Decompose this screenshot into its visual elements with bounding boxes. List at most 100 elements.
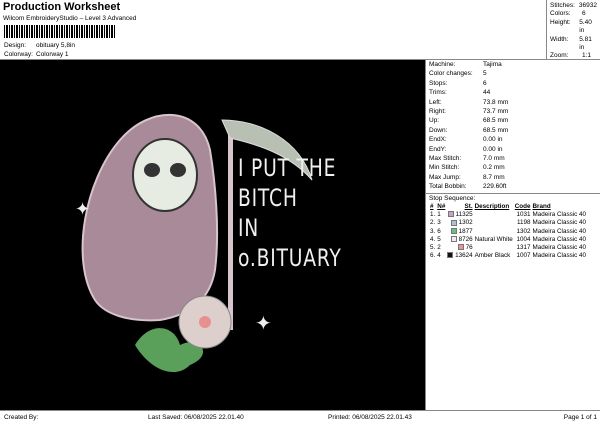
machine-value: 0.00 in bbox=[483, 145, 503, 153]
software-subtitle: Wilcom EmbroideryStudio – Level 3 Advanc… bbox=[3, 15, 137, 22]
needle-number: 1 bbox=[437, 211, 441, 219]
col-header: St. bbox=[464, 203, 473, 211]
needle-number: 4 bbox=[437, 252, 441, 260]
machine-key: Total Bobbin: bbox=[429, 183, 467, 191]
machine-value: 8.7 mm bbox=[483, 173, 505, 181]
sparkle-icon: ✦ bbox=[255, 313, 272, 335]
machine-value: 68.5 mm bbox=[483, 117, 509, 125]
stitch-cell: 11325 bbox=[446, 211, 473, 219]
thread-brand: Madeira Classic 40 bbox=[532, 227, 587, 235]
machine-key: Down: bbox=[429, 126, 448, 134]
page-title: Production Worksheet bbox=[3, 1, 121, 13]
artwork-text: I PUT THE BITCH IN o.BITUARY bbox=[238, 153, 342, 273]
col-header: # bbox=[430, 203, 434, 211]
stitch-count: 1877 bbox=[458, 227, 473, 235]
colorway-name: Colorway 1 bbox=[36, 51, 69, 58]
thread-code: 1007 bbox=[516, 252, 531, 260]
stop-sequence-table: # N# St. Description Code Brand 1. 1 113… bbox=[429, 203, 587, 260]
machine-value: 6 bbox=[483, 79, 487, 87]
thread-brand: Madeira Classic 40 bbox=[532, 235, 587, 243]
stitch-cell: 1877 bbox=[446, 228, 473, 236]
machine-key: Machine: bbox=[429, 61, 456, 68]
thread-description bbox=[474, 211, 514, 219]
stat-row: Width: 5.81 in bbox=[550, 36, 597, 53]
thread-brand: Madeira Classic 40 bbox=[532, 252, 587, 260]
col-header: Description bbox=[474, 203, 510, 211]
machine-row: Max Stitch: 7.0 mm bbox=[426, 154, 600, 163]
last-saved: Last Saved: 06/08/2025 22.01.40 bbox=[148, 414, 244, 421]
stitch-cell: 76 bbox=[446, 244, 473, 252]
machine-key: EndY: bbox=[429, 145, 447, 153]
stat-key: Colors: bbox=[550, 10, 571, 18]
stop-index: 6. bbox=[430, 252, 436, 260]
thread-description: Natural White bbox=[474, 235, 513, 243]
thread-code: 1317 bbox=[516, 243, 531, 251]
stat-row: Height: 5.40 in bbox=[550, 19, 597, 36]
machine-row: Max Jump: 8.7 mm bbox=[426, 173, 600, 182]
machine-row: Total Bobbin: 229.60ft bbox=[426, 182, 600, 191]
design-preview: ✦ ✦ I PUT THE BITCH IN o.BITUARY bbox=[0, 60, 425, 410]
artwork-line: BITCH bbox=[238, 184, 298, 212]
stop-row: 5. 2 76 1317 Madeira Classic 40 bbox=[429, 244, 587, 252]
col-header: Brand bbox=[532, 203, 551, 211]
stat-row: Stitches: 36932 bbox=[550, 2, 597, 10]
thread-code: 1302 bbox=[516, 227, 531, 235]
color-swatch bbox=[450, 219, 457, 226]
machine-row: EndY: 0.00 in bbox=[426, 145, 600, 154]
thread-code: 1198 bbox=[516, 219, 531, 227]
sparkle-icon: ✦ bbox=[75, 199, 90, 219]
col-header: Code bbox=[514, 203, 531, 211]
stat-value: 5.40 in bbox=[579, 18, 592, 35]
footer: Created By: Last Saved: 06/08/2025 22.01… bbox=[0, 410, 600, 424]
stat-key: Stitches: bbox=[550, 2, 575, 9]
stop-index: 1. bbox=[430, 211, 436, 219]
machine-key: Up: bbox=[429, 117, 440, 125]
stop-index: 3. bbox=[430, 227, 436, 235]
machine-value: 7.0 mm bbox=[483, 155, 505, 163]
colorway-label: Colorway: bbox=[4, 51, 33, 58]
stop-row: 1. 1 11325 1031 Madeira Classic 40 bbox=[429, 211, 587, 219]
machine-panel: Machine: Tajima Color changes: 5 Stops: 6 T… bbox=[425, 60, 600, 410]
design-name: obituary 5,8in bbox=[36, 42, 76, 49]
machine-value: 0.2 mm bbox=[483, 164, 505, 172]
machine-key: EndX: bbox=[429, 136, 447, 144]
stop-row: 6. 4 13624 Amber Black 1007 Madeira Clas… bbox=[429, 252, 587, 260]
stop-index: 5. bbox=[430, 243, 436, 251]
stat-key: Width: bbox=[550, 35, 569, 43]
stat-row: Colors: 6 bbox=[550, 10, 597, 18]
needle-number: 5 bbox=[437, 235, 441, 243]
machine-key: Max Stitch: bbox=[429, 155, 462, 163]
machine-row: Down: 68.5 mm bbox=[426, 126, 600, 135]
machine-value: 73.7 mm bbox=[483, 108, 509, 116]
machine-row: Stops: 6 bbox=[426, 79, 600, 88]
thread-code: 1004 bbox=[516, 235, 531, 243]
stop-index: 4. bbox=[430, 235, 436, 243]
machine-row: Right: 73.7 mm bbox=[426, 107, 600, 116]
color-swatch bbox=[447, 252, 454, 259]
thread-description bbox=[474, 219, 514, 227]
stop-row: 4. 5 8726 Natural White 1004 Madeira Cla… bbox=[429, 236, 587, 244]
stop-index: 2. bbox=[430, 219, 436, 227]
stitch-count: 76 bbox=[465, 243, 473, 251]
needle-number: 2 bbox=[437, 243, 441, 251]
machine-value: 229.60ft bbox=[483, 183, 507, 191]
stats-box: Stitches: 36932 Colors: 6 Height: 5.40 in W… bbox=[546, 0, 600, 60]
machine-key: Min Stitch: bbox=[429, 164, 460, 172]
artwork-line: IN bbox=[238, 214, 260, 242]
thread-description bbox=[474, 228, 514, 236]
stitch-cell: 1302 bbox=[446, 219, 473, 227]
machine-row: Min Stitch: 0.2 mm bbox=[426, 163, 600, 172]
col-header: N# bbox=[437, 203, 446, 211]
stat-value: 36932 bbox=[578, 2, 597, 9]
needle-number: 6 bbox=[437, 227, 441, 235]
color-swatch bbox=[457, 244, 464, 251]
stitch-cell: 13624 bbox=[446, 252, 473, 260]
stitch-count: 11325 bbox=[455, 211, 473, 219]
machine-key: Trims: bbox=[429, 89, 447, 97]
machine-value: 44 bbox=[483, 89, 491, 97]
machine-value: 5 bbox=[483, 70, 487, 78]
machine-row: Left: 73.8 mm bbox=[426, 98, 600, 107]
machine-key: Stops: bbox=[429, 79, 448, 87]
stitch-count: 13624 bbox=[455, 252, 473, 260]
stop-row: 2. 3 1302 1198 Madeira Classic 40 bbox=[429, 219, 587, 227]
